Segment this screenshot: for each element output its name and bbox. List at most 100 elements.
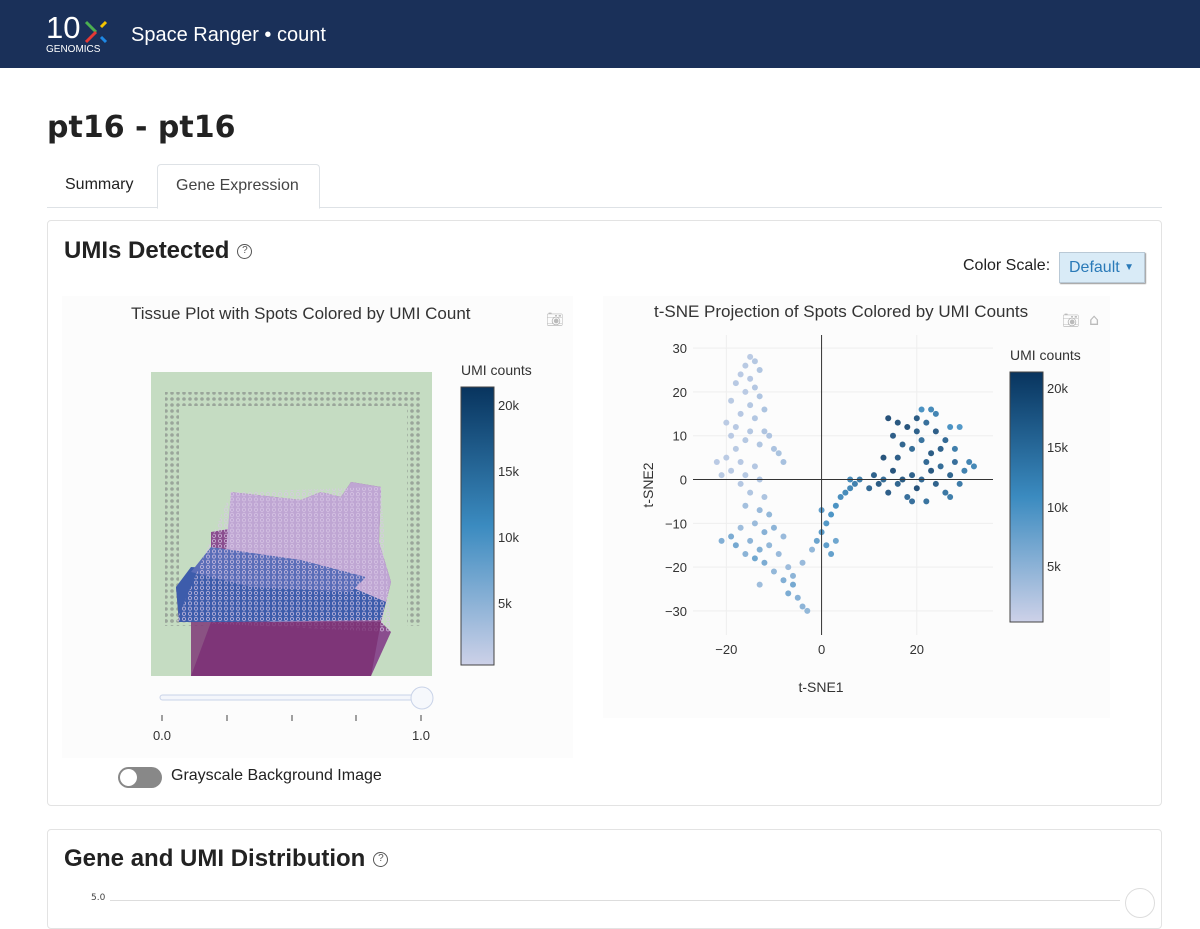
scatter-point: [761, 428, 768, 435]
help-icon[interactable]: ?: [373, 852, 389, 868]
scatter-point: [732, 423, 739, 430]
scatter-point: [766, 511, 773, 518]
scatter-point: [851, 480, 858, 487]
scatter-point: [937, 445, 944, 452]
scatter-point: [956, 480, 963, 487]
scroll-button[interactable]: [1125, 888, 1155, 918]
scatter-point: [913, 428, 920, 435]
slider-max-label: 1.0: [412, 728, 430, 743]
camera-icon[interactable]: 📷︎: [1062, 313, 1080, 329]
scatter-point: [951, 445, 958, 452]
scatter-point: [870, 472, 877, 479]
scatter-point: [737, 410, 744, 417]
scatter-point: [747, 428, 754, 435]
scatter-point: [780, 459, 787, 466]
scatter-point: [866, 485, 873, 492]
scatter-point: [899, 441, 906, 448]
x-tick-label: 0: [818, 642, 825, 657]
scatter-point: [732, 445, 739, 452]
scatter-point: [718, 537, 725, 544]
colorbar: [1009, 371, 1044, 623]
scatter-point: [828, 511, 835, 518]
camera-icon[interactable]: 📷︎: [546, 312, 564, 328]
scatter-point: [942, 489, 949, 496]
scatter-point: [742, 502, 749, 509]
page-title: pt16 - pt16: [47, 110, 236, 145]
scatter-point: [785, 564, 792, 571]
scatter-point: [918, 437, 925, 444]
scatter-point: [737, 480, 744, 487]
scatter-point: [947, 472, 954, 479]
scatter-point: [747, 375, 754, 382]
scatter-point: [923, 498, 930, 505]
colorbar-tick: 10k: [498, 530, 519, 545]
scatter-point: [756, 546, 763, 553]
card-title-text: Gene and UMI Distribution: [64, 845, 366, 872]
scatter-point: [790, 572, 796, 579]
tissue-image[interactable]: [151, 372, 432, 676]
scatter-point: [770, 568, 777, 575]
scatter-point: [775, 450, 782, 457]
scatter-point: [918, 406, 925, 413]
scatter-point: [823, 520, 830, 527]
scatter-point: [966, 459, 973, 466]
tissue-plot-title: Tissue Plot with Spots Colored by UMI Co…: [131, 304, 471, 323]
scatter-point: [909, 445, 916, 452]
x-tick-label: 20: [910, 642, 924, 657]
scatter-point: [751, 555, 758, 562]
scatter-point: [961, 467, 968, 474]
scatter-point: [880, 454, 887, 461]
help-icon[interactable]: ?: [237, 244, 253, 260]
tab-summary[interactable]: Summary: [47, 164, 157, 208]
scatter-point: [770, 445, 777, 452]
grayscale-toggle[interactable]: [118, 767, 162, 788]
scatter-point: [932, 480, 939, 487]
scatter-point: [832, 537, 839, 544]
scatter-point: [728, 467, 735, 474]
scatter-point: [751, 415, 758, 422]
scatter-point: [913, 415, 920, 422]
scatter-point: [928, 450, 935, 457]
scatter-point: [932, 428, 939, 435]
scatter-point: [742, 472, 749, 479]
scatter-point: [756, 581, 763, 588]
scatter-point: [780, 533, 787, 540]
tab-gene-expression[interactable]: Gene Expression: [157, 164, 320, 209]
slider-handle[interactable]: [410, 686, 434, 710]
scatter-point: [828, 550, 835, 557]
opacity-slider[interactable]: 0.0 1.0: [150, 684, 450, 744]
scatter-point: [932, 410, 939, 417]
app-title: Space Ranger • count: [131, 24, 326, 46]
scatter-point: [732, 380, 739, 387]
scatter-point: [732, 542, 739, 549]
home-icon[interactable]: ⌂: [1089, 310, 1107, 329]
scatter-point: [751, 463, 758, 470]
scatter-point: [723, 454, 730, 461]
scatter-point: [799, 559, 806, 566]
tsne-scatter-plot[interactable]: 30 20 10 0 −10 −20 −30 −20 0 20 t-SNE1 t-SNE2 UMI…: [603, 330, 1110, 710]
scatter-point: [761, 559, 768, 566]
color-scale-label: Color Scale:: [963, 257, 1051, 274]
colorbar-title: UMI counts: [1010, 347, 1081, 363]
card-title-text: UMIs Detected: [64, 237, 230, 264]
tsne-plot-title: t-SNE Projection of Spots Colored by UMI…: [654, 302, 1029, 321]
colorbar-tick: 20k: [498, 398, 519, 413]
scatter-point: [761, 494, 768, 501]
tab-bar: Summary Gene Expression: [47, 164, 1162, 209]
scatter-point: [842, 489, 849, 496]
scatter-point: [947, 423, 954, 430]
color-scale-dropdown[interactable]: Default ▼: [1059, 252, 1145, 283]
scatter-point: [904, 494, 911, 501]
scatter-point: [751, 384, 758, 391]
scatter-point: [923, 419, 930, 426]
scatter-point: [790, 581, 796, 588]
scatter-point: [775, 550, 782, 557]
y-tick-label: 5.0: [91, 893, 106, 903]
scatter-point: [894, 480, 901, 487]
scatter-point: [785, 590, 792, 597]
scatter-point: [832, 502, 839, 509]
scatter-point: [804, 607, 811, 614]
scatter-point: [823, 542, 830, 549]
scatter-point: [913, 485, 920, 492]
scatter-point: [904, 423, 911, 430]
